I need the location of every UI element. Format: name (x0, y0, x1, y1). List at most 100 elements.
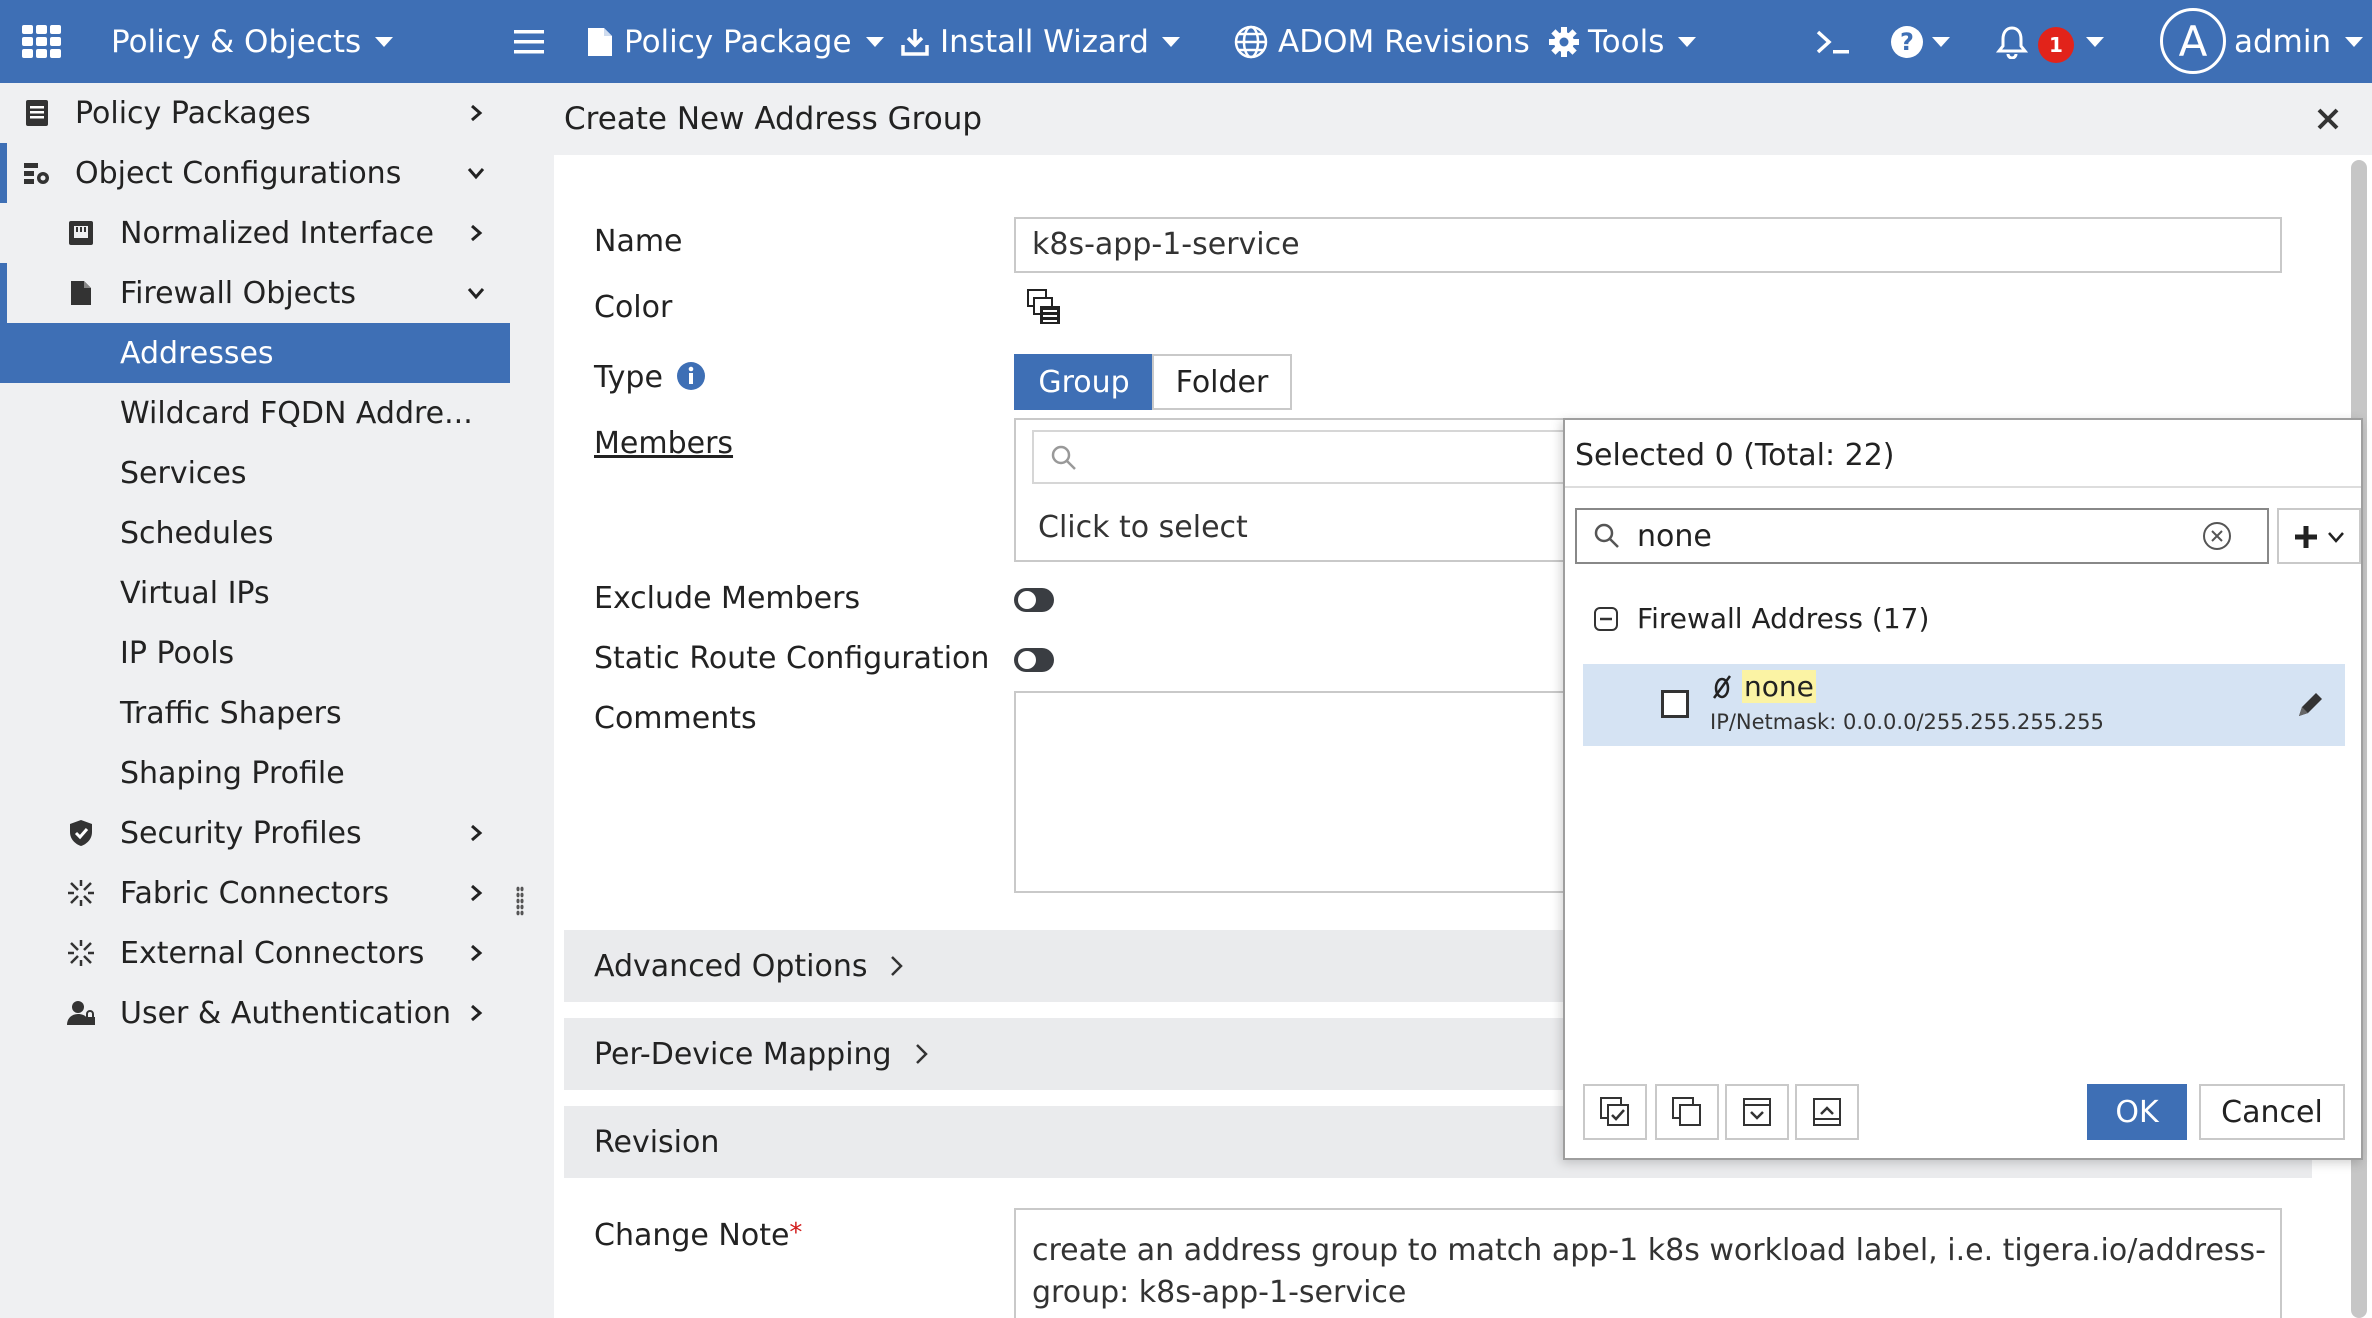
comments-textarea[interactable] (1014, 691, 1574, 893)
sidebar-item-virtual-ips[interactable]: Virtual IPs (0, 563, 510, 623)
chevron-down-icon (2086, 36, 2104, 47)
app-grid-icon[interactable] (22, 0, 62, 83)
change-note-label: Change Note* (594, 1218, 802, 1253)
sidebar-item-ip-pools[interactable]: IP Pools (0, 623, 510, 683)
color-picker-icon[interactable] (1026, 288, 1062, 326)
question-circle-icon: ? (1891, 25, 1923, 58)
list-item[interactable]: none IP/Netmask: 0.0.0.0/255.255.255.255 (1583, 664, 2345, 746)
sidebar-item-external-connectors[interactable]: External Connectors (0, 923, 510, 983)
select-all-button[interactable] (1583, 1084, 1647, 1140)
notifications-menu[interactable] (1996, 0, 2028, 83)
chevron-down-icon (375, 36, 394, 47)
sidebar-item-label: Schedules (120, 515, 274, 551)
adom-revisions-button[interactable]: ADOM Revisions (1234, 0, 1530, 83)
firewall-address-group-header[interactable]: Firewall Address (17) (1593, 602, 1929, 635)
exclude-members-toggle[interactable] (1014, 588, 1054, 612)
selection-count: Selected 0 (Total: 22) (1575, 438, 1895, 473)
panel-search-input[interactable]: none (1575, 508, 2269, 564)
shield-icon (70, 820, 92, 846)
install-wizard-dropdown[interactable] (1162, 0, 1180, 83)
tools-menu[interactable]: Tools (1548, 0, 1697, 83)
color-label: Color (594, 290, 673, 325)
change-note-textarea[interactable]: create an address group to match app-1 k… (1014, 1208, 2282, 1318)
sidebar-item-user-authentication[interactable]: User & Authentication (0, 983, 510, 1043)
install-wizard-button[interactable]: Install Wizard (900, 0, 1149, 83)
clear-search-icon[interactable] (2201, 520, 2233, 552)
name-input[interactable]: k8s-app-1-service (1014, 217, 2282, 273)
sidebar-item-services[interactable]: Services (0, 443, 510, 503)
module-menu[interactable]: Policy & Objects (111, 0, 394, 83)
dialog-gutter (534, 155, 554, 1318)
chevron-right-icon (471, 104, 483, 122)
user-avatar[interactable]: A (2160, 8, 2226, 74)
sidebar-item-schedules[interactable]: Schedules (0, 503, 510, 563)
members-search-input[interactable] (1032, 430, 1572, 484)
static-route-toggle[interactable] (1014, 648, 1054, 672)
required-marker: * (789, 1218, 803, 1248)
dialog-header: Create New Address Group (534, 83, 2372, 155)
hamburger-menu-icon[interactable] (514, 0, 544, 83)
chevron-right-icon (915, 1044, 928, 1064)
item-name: none (1742, 670, 1816, 703)
members-label[interactable]: Members (594, 426, 733, 461)
exclude-members-label: Exclude Members (594, 581, 861, 616)
sidebar-item-firewall-objects[interactable]: Firewall Objects (0, 263, 510, 323)
chevron-right-icon (471, 1004, 483, 1022)
chevron-down-icon (467, 288, 485, 300)
address-object-icon (1712, 675, 1732, 699)
sidebar-item-normalized-interface[interactable]: Normalized Interface (0, 203, 510, 263)
download-icon (901, 28, 929, 56)
deselect-all-button[interactable] (1655, 1084, 1719, 1140)
sidebar-item-addresses[interactable]: Addresses (0, 323, 510, 383)
tools-label: Tools (1588, 23, 1665, 60)
sidebar-item-label: Fabric Connectors (120, 875, 389, 911)
sidebar-item-fabric-connectors[interactable]: Fabric Connectors (0, 863, 510, 923)
splitter-grip-icon[interactable] (516, 886, 524, 916)
type-group-option[interactable]: Group (1014, 354, 1154, 410)
item-checkbox[interactable] (1661, 690, 1689, 718)
members-selector[interactable]: Click to select (1014, 418, 1574, 562)
sidebar-item-label: External Connectors (120, 935, 425, 971)
policy-package-menu[interactable]: Policy Package (586, 0, 884, 83)
item-detail: IP/Netmask: 0.0.0.0/255.255.255.255 (1710, 710, 2104, 734)
sidebar-item-label: Shaping Profile (120, 755, 345, 791)
external-connector-icon (68, 940, 94, 966)
cli-console-icon[interactable] (1815, 0, 1851, 83)
notification-count-badge: 1 (2038, 27, 2074, 63)
expand-all-button[interactable] (1795, 1084, 1859, 1140)
info-icon[interactable] (676, 361, 706, 391)
section-title: Per-Device Mapping (594, 1036, 892, 1072)
sidebar-item-policy-packages[interactable]: Policy Packages (0, 83, 510, 143)
type-folder-option[interactable]: Folder (1152, 354, 1292, 410)
chevron-right-icon (891, 956, 904, 976)
close-icon[interactable] (2314, 105, 2342, 133)
sidebar-item-label: Security Profiles (120, 815, 362, 851)
user-menu[interactable]: admin (2234, 0, 2364, 83)
chevron-down-icon (1678, 36, 1697, 47)
install-wizard-label: Install Wizard (940, 23, 1149, 60)
chevron-down-icon (2345, 36, 2364, 47)
sidebar-item-wildcard-fqdn[interactable]: Wildcard FQDN Addre... (0, 383, 510, 443)
chevron-right-icon (471, 824, 483, 842)
notifications-dropdown[interactable] (2086, 0, 2104, 83)
document-icon (588, 27, 612, 56)
sidebar-splitter[interactable] (510, 83, 534, 1318)
create-new-object-button[interactable] (2277, 508, 2361, 564)
cancel-button[interactable]: Cancel (2199, 1084, 2345, 1140)
sidebar-item-shaping-profile[interactable]: Shaping Profile (0, 743, 510, 803)
sidebar-item-label: Traffic Shapers (120, 695, 342, 731)
sidebar-item-traffic-shapers[interactable]: Traffic Shapers (0, 683, 510, 743)
ok-button[interactable]: OK (2087, 1084, 2187, 1140)
sidebar-item-label: Addresses (120, 335, 274, 371)
sidebar-item-security-profiles[interactable]: Security Profiles (0, 803, 510, 863)
sidebar-item-label: Services (120, 455, 247, 491)
sidebar-item-object-configurations[interactable]: Object Configurations (0, 143, 510, 203)
panel-divider (1565, 486, 2361, 488)
collapse-all-button[interactable] (1725, 1084, 1789, 1140)
collapse-minus-icon[interactable] (1593, 606, 1619, 632)
static-route-label: Static Route Configuration (594, 641, 990, 676)
sidebar-item-label: Normalized Interface (120, 215, 434, 251)
edit-pencil-icon[interactable] (2295, 690, 2325, 720)
help-menu[interactable]: ? (1890, 0, 1950, 83)
module-menu-label: Policy & Objects (111, 23, 362, 60)
